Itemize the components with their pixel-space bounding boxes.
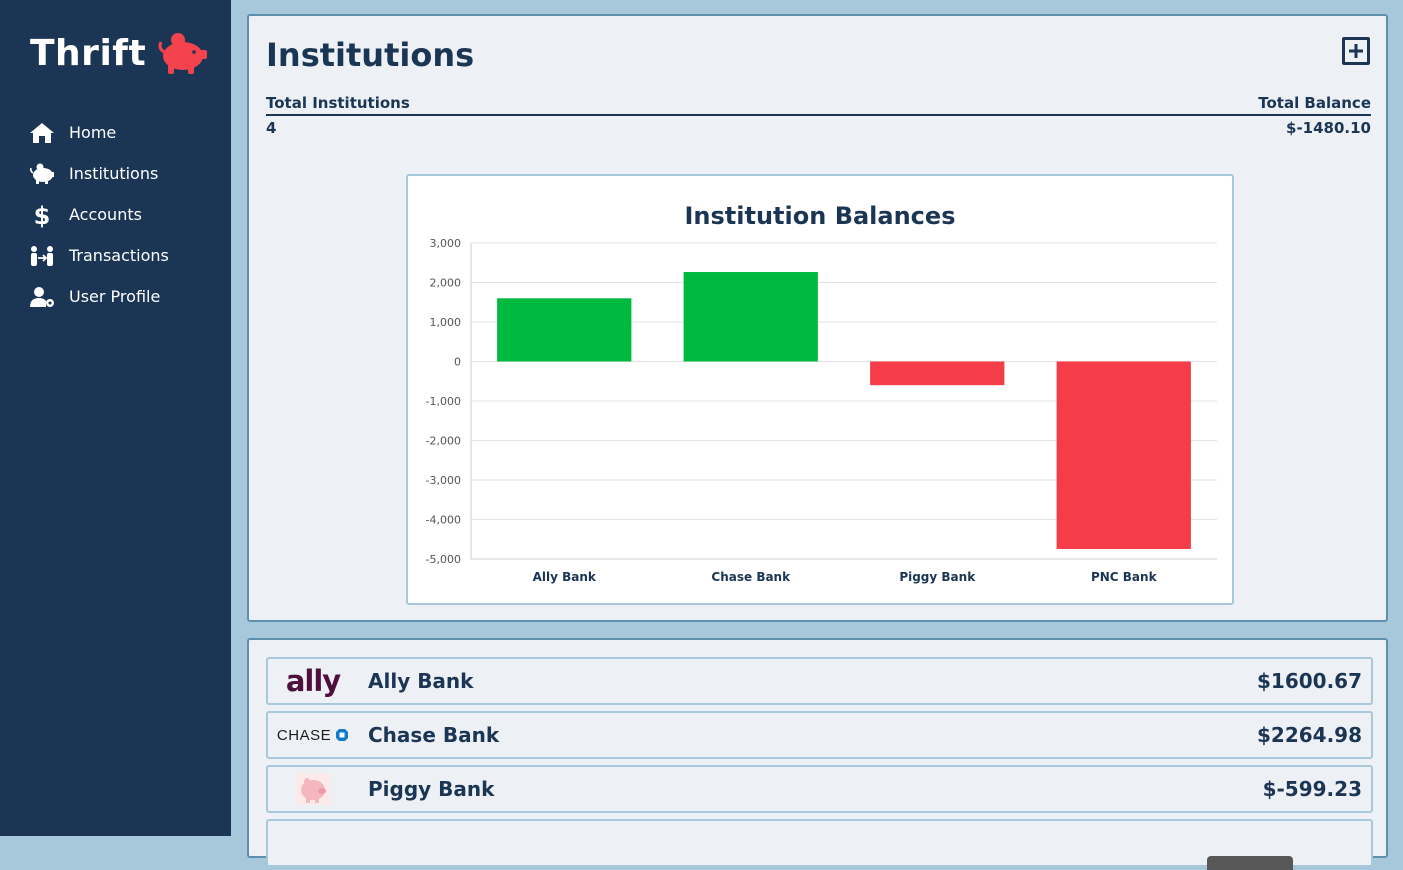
total-balance-label: Total Balance [1258, 94, 1371, 112]
add-institution-button[interactable] [1342, 37, 1370, 65]
sidebar-item-transactions[interactable]: Transactions [28, 235, 169, 276]
dollar-icon: $ [28, 201, 56, 229]
sidebar-item-institutions[interactable]: Institutions [28, 153, 169, 194]
app-name: Thrift [30, 32, 147, 74]
sidebar-item-label: Institutions [69, 164, 159, 183]
page-title: Institutions [266, 36, 475, 74]
total-institutions-value: 4 [266, 119, 277, 137]
y-tick-label: 3,000 [430, 237, 462, 250]
brand[interactable]: Thrift [30, 30, 208, 76]
summary-values: 4 $-1480.10 [266, 119, 1371, 137]
institution-balances-chart: Institution Balances 3,000 2,000 1,000 0 -1,0… [406, 174, 1234, 605]
sidebar: Thrift Home Institutions $ Accounts Tran… [0, 0, 231, 836]
sidebar-item-accounts[interactable]: $ Accounts [28, 194, 169, 235]
chart-title: Institution Balances [685, 202, 956, 230]
y-tick-label: -2,000 [426, 435, 461, 448]
piggy-bank-logo-icon [158, 33, 208, 74]
y-tick-label: 0 [454, 356, 461, 369]
summary-header: Total Institutions Total Balance [266, 92, 1371, 116]
ally-logo: ally [285, 664, 341, 698]
institution-balance: $2264.98 [1256, 723, 1362, 747]
scroll-chip [1207, 856, 1293, 870]
svg-text:$: $ [34, 202, 51, 228]
user-settings-icon [28, 283, 56, 311]
institution-name: Chase Bank [368, 723, 500, 747]
chase-logo: CHASE [268, 715, 358, 755]
sidebar-item-label: Home [69, 123, 117, 142]
home-icon [28, 119, 56, 147]
y-tick-label: 1,000 [430, 316, 462, 329]
chart-svg: Institution Balances 3,000 2,000 1,000 0 -1,0… [426, 202, 1217, 584]
transfer-icon [28, 242, 56, 270]
sidebar-item-user-profile[interactable]: User Profile [28, 276, 169, 317]
institution-balance: $-599.23 [1262, 777, 1362, 801]
institution-row-partial[interactable] [266, 819, 1373, 870]
piggy-bank-logo [268, 769, 358, 809]
sidebar-item-label: User Profile [69, 287, 161, 306]
bar [870, 361, 1005, 386]
bar [1056, 361, 1191, 549]
bar [497, 298, 632, 362]
x-tick-label: Piggy Bank [899, 570, 976, 584]
plus-icon [1349, 44, 1363, 58]
sidebar-item-label: Transactions [69, 246, 169, 265]
institution-row-chase[interactable]: CHASE Chase Bank $2264.98 [266, 711, 1373, 759]
institution-row-piggy[interactable]: Piggy Bank $-599.23 [266, 765, 1373, 813]
x-tick-label: Ally Bank [533, 570, 597, 584]
total-institutions-label: Total Institutions [266, 94, 410, 112]
institution-list-panel: ally Ally Bank $1600.67 CHASE Chase Bank… [247, 638, 1388, 870]
institution-name: Ally Bank [368, 669, 474, 693]
piggy-bank-icon [28, 160, 56, 188]
sidebar-item-label: Accounts [69, 205, 142, 224]
y-tick-label: -4,000 [426, 514, 461, 527]
y-tick-label: -3,000 [426, 474, 461, 487]
institution-name: Piggy Bank [368, 777, 495, 801]
total-balance-value: $-1480.10 [1286, 119, 1371, 137]
chase-octagon-icon [336, 729, 349, 741]
institutions-summary-panel: Institutions Total Institutions Total Ba… [247, 14, 1388, 622]
sidebar-item-home[interactable]: Home [28, 112, 169, 153]
sidebar-nav: Home Institutions $ Accounts Transaction… [28, 112, 169, 317]
y-tick-label: 2,000 [430, 277, 462, 290]
y-tick-label: -1,000 [426, 395, 461, 408]
institution-balance: $1600.67 [1256, 669, 1362, 693]
institution-row-ally[interactable]: ally Ally Bank $1600.67 [266, 657, 1373, 705]
bar [683, 272, 818, 362]
piggy-icon [295, 773, 331, 805]
x-tick-label: Chase Bank [711, 570, 791, 584]
x-tick-label: PNC Bank [1091, 570, 1158, 584]
y-tick-label: -5,000 [426, 553, 461, 566]
